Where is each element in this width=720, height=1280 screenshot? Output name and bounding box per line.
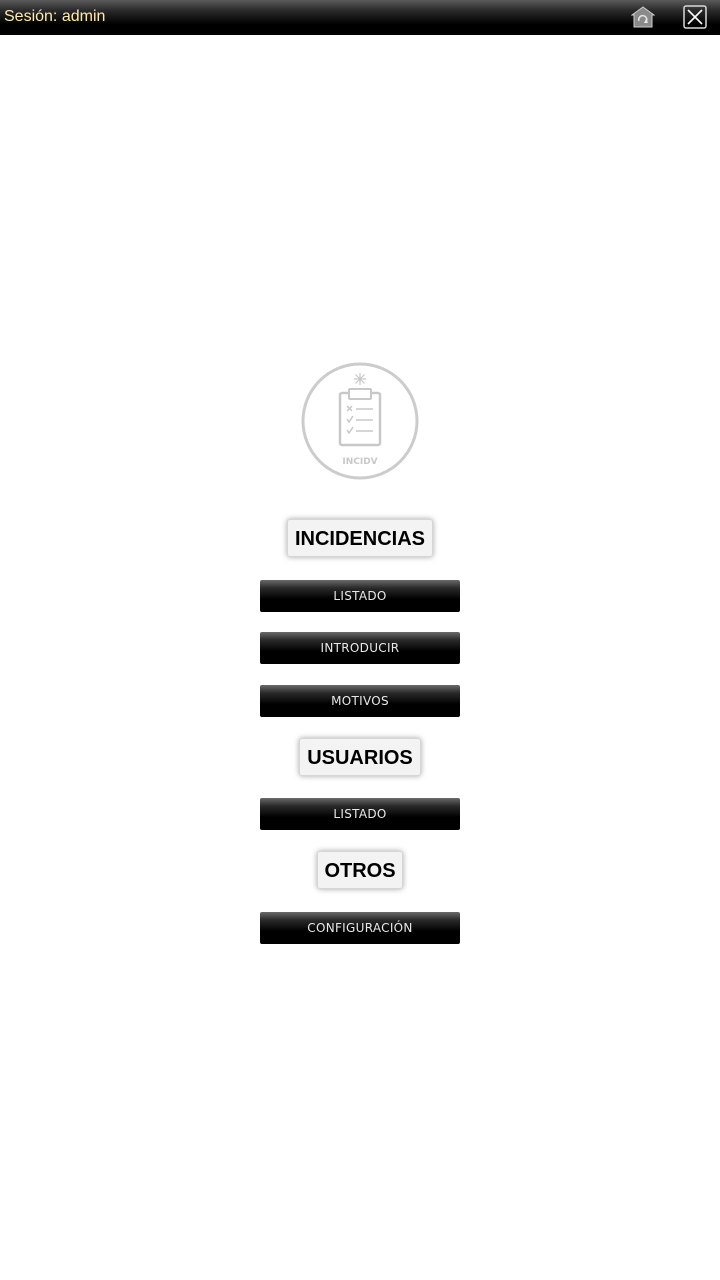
section-header-otros: OTROS bbox=[317, 851, 403, 889]
session-label: Sesión: admin bbox=[4, 8, 106, 25]
otros-configuracion-button[interactable]: CONFIGURACIÓN bbox=[260, 912, 460, 944]
logo-text: INCIDV bbox=[342, 457, 377, 467]
usuarios-listado-button[interactable]: LISTADO bbox=[260, 798, 460, 830]
incidencias-listado-button[interactable]: LISTADO bbox=[260, 580, 460, 612]
top-bar: Sesión: admin bbox=[0, 0, 720, 35]
incidencias-introducir-button[interactable]: INTRODUCIR bbox=[260, 632, 460, 664]
close-icon[interactable] bbox=[683, 5, 707, 29]
incidencias-motivos-button[interactable]: MOTIVOS bbox=[260, 685, 460, 717]
section-header-usuarios: USUARIOS bbox=[299, 738, 421, 776]
refresh-home-icon[interactable] bbox=[630, 5, 656, 29]
sparkle-icon bbox=[354, 373, 366, 385]
app-logo: INCIDV bbox=[300, 361, 420, 481]
section-header-incidencias: INCIDENCIAS bbox=[287, 519, 433, 557]
